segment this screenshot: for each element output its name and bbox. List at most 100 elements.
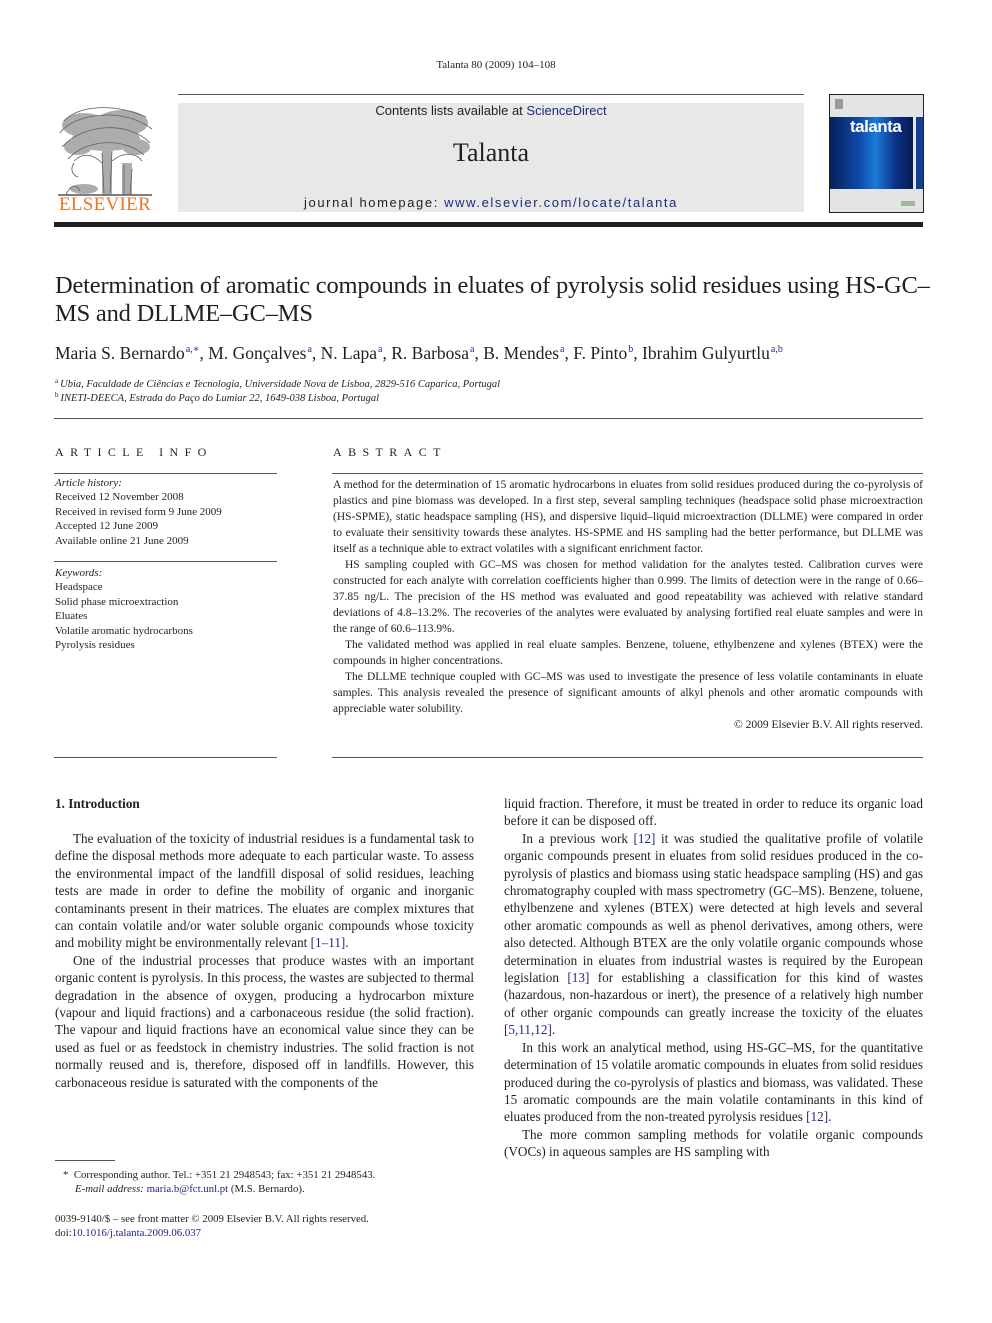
doi-label: doi:	[55, 1227, 72, 1240]
author-affiliation-mark[interactable]: a,b	[771, 344, 783, 355]
abstract-paragraph: The DLLME technique coupled with GC–MS w…	[333, 671, 923, 715]
author-name: M. Gonçalves	[208, 343, 307, 363]
section-heading-introduction: 1. Introduction	[55, 796, 140, 811]
cover-blue-band-edge	[916, 117, 923, 189]
paragraph-text: One of the industrial processes that pro…	[55, 952, 474, 1090]
author-separator: ,	[474, 343, 484, 363]
paragraph-tail: .	[345, 935, 349, 951]
citation-link[interactable]: [12]	[806, 1109, 828, 1124]
footnote-email-line: E-mail address: maria.b@fct.unl.pt (M.S.…	[63, 1182, 375, 1196]
header-thick-rule	[54, 222, 923, 227]
abstract-bottom-rule	[332, 757, 923, 758]
running-head: Talanta 80 (2009) 104–108	[436, 59, 556, 71]
author-name: R. Barbosa	[391, 343, 470, 363]
email-suffix: (M.S. Bernardo).	[228, 1183, 305, 1196]
paragraph-text: In this work an analytical method, using…	[504, 1039, 923, 1125]
body-paragraph: In this work an analytical method, using…	[504, 1039, 923, 1126]
citation-link[interactable]: [1–11]	[311, 935, 346, 950]
keywords-rule	[54, 561, 277, 562]
affiliation-b: b INETI-DEECA, Estrada do Paço do Lumiar …	[55, 391, 379, 404]
homepage-prefix: journal homepage:	[304, 195, 445, 210]
keyword: Eluates	[55, 610, 88, 623]
article-history-label: Article history:	[55, 477, 122, 489]
contents-availability-line: Contents lists available at ScienceDirec…	[178, 103, 804, 118]
article-info-rule	[54, 473, 277, 474]
body-paragraph: The evaluation of the toxicity of indust…	[55, 830, 474, 952]
author: Maria S. Bernardoa,∗,	[55, 343, 208, 363]
journal-name: Talanta	[452, 138, 530, 167]
author-separator: ,	[633, 343, 643, 363]
affiliation-a: a Ubia, Faculdade de Ciências e Tecnologi…	[55, 377, 500, 390]
contents-prefix: Contents lists available at	[375, 103, 527, 118]
cover-publisher-mark-icon	[835, 99, 843, 109]
author-affiliation-mark[interactable]: a,∗	[186, 344, 200, 355]
history-accepted: Accepted 12 June 2009	[55, 520, 158, 533]
author-separator: ,	[564, 343, 574, 363]
abstract-body: A method for the determination of 15 aro…	[333, 477, 923, 733]
footnote-rule	[55, 1160, 115, 1161]
citation-link[interactable]: [12]	[633, 831, 655, 846]
paragraph-tail: .	[551, 1022, 556, 1038]
keyword: Pyrolysis residues	[55, 639, 135, 652]
body-column-right: liquid fraction. Therefore, it must be t…	[504, 795, 923, 1161]
doi-line: doi:10.1016/j.talanta.2009.06.037	[55, 1226, 369, 1240]
doi-link[interactable]: 10.1016/j.talanta.2009.06.037	[72, 1227, 201, 1239]
abstract-paragraph: A method for the determination of 15 aro…	[333, 479, 923, 555]
journal-homepage-link[interactable]: www.elsevier.com/locate/talanta	[444, 195, 678, 210]
keywords-label: Keywords:	[55, 567, 103, 579]
email-label: E-mail address:	[75, 1183, 147, 1196]
author-name: Ibrahim Gulyurtlu	[642, 343, 770, 363]
history-received: Received 12 November 2008	[55, 491, 184, 504]
cover-badge-icon	[901, 201, 915, 206]
affiliation-mark: b	[55, 391, 59, 399]
article-history: Article history: Received 12 November 20…	[55, 476, 222, 548]
author: F. Pintob,	[573, 343, 642, 363]
keyword: Volatile aromatic hydrocarbons	[55, 624, 193, 637]
abstract-rule	[332, 473, 923, 474]
abstract-paragraph: HS sampling coupled with GC–MS was chose…	[333, 559, 923, 635]
elsevier-wordmark: ELSEVIER	[58, 194, 152, 215]
journal-homepage-line: journal homepage: www.elsevier.com/locat…	[178, 195, 804, 210]
sciencedirect-link[interactable]: ScienceDirect	[526, 103, 606, 118]
article-info-bottom-rule	[54, 757, 277, 758]
cover-title: talanta	[850, 117, 902, 136]
abstract-copyright: © 2009 Elsevier B.V. All rights reserved…	[734, 719, 923, 731]
author-name: F. Pinto	[573, 343, 628, 363]
author: M. Gonçalvesa,	[208, 343, 320, 363]
keyword: Headspace	[55, 581, 103, 594]
body-column-left: The evaluation of the toxicity of indust…	[55, 830, 474, 1091]
keyword: Solid phase microextraction	[55, 595, 179, 608]
author-separator: ,	[311, 343, 321, 363]
history-online: Available online 21 June 2009	[55, 534, 189, 547]
footnote-line: * Corresponding author. Tel.: +351 21 29…	[63, 1168, 375, 1182]
article-title: Determination of aromatic compounds in e…	[55, 272, 930, 327]
author: Ibrahim Gulyurtlua,b	[642, 343, 783, 363]
title-block-rule	[54, 418, 923, 419]
corresponding-author-text: Corresponding author. Tel.: +351 21 2948…	[73, 1169, 376, 1181]
author-list: Maria S. Bernardoa,∗, M. Gonçalvesa, N. …	[55, 343, 935, 364]
paragraph-text: In a previous work	[522, 830, 634, 846]
paragraph-text: it was studied the qualitative profile o…	[504, 830, 924, 986]
abstract-paragraph: The validated method was applied in real…	[333, 639, 923, 667]
journal-cover-thumbnail: talanta	[829, 94, 924, 213]
history-revised: Received in revised form 9 June 2009	[55, 505, 222, 518]
header-top-rule	[178, 94, 804, 95]
affiliation-text: Ubia, Faculdade de Ciências e Tecnologia…	[60, 379, 501, 390]
citation-link[interactable]: [13]	[567, 970, 589, 985]
citation-link[interactable]: [5,11,12]	[504, 1022, 552, 1037]
author-name: N. Lapa	[320, 343, 378, 363]
author-separator: ,	[382, 343, 392, 363]
email-link[interactable]: maria.b@fct.unl.pt	[147, 1183, 229, 1195]
paragraph-tail: .	[828, 1109, 832, 1125]
author: R. Barbosaa,	[391, 343, 483, 363]
corresponding-author-footnote: * Corresponding author. Tel.: +351 21 29…	[63, 1168, 375, 1197]
article-info-heading: ARTICLE INFO	[55, 445, 213, 459]
affiliation-text: INETI-DEECA, Estrada do Paço do Lumiar 2…	[60, 393, 380, 404]
author: N. Lapaa,	[321, 343, 392, 363]
body-paragraph: In a previous work [12] it was studied t…	[504, 830, 923, 1039]
keywords: Keywords: Headspace Solid phase microext…	[55, 566, 193, 652]
affiliation-mark: a	[55, 377, 59, 385]
footnote-star: *	[63, 1169, 69, 1181]
issn-line: 0039-9140/$ – see front matter © 2009 El…	[55, 1213, 369, 1225]
abstract-heading: ABSTRACT	[333, 445, 447, 459]
